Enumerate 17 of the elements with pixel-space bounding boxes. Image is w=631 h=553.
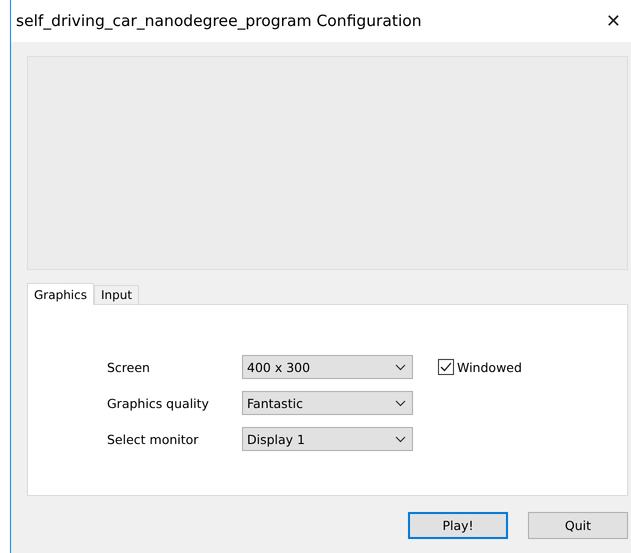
dropdown[interactable]: 400 x 300 <box>242 355 413 379</box>
tab[interactable]: Input <box>94 285 140 305</box>
setting-label: Select monitor <box>107 432 200 446</box>
window-title: self_driving_car_nanodegree_program Configuration <box>16 12 422 30</box>
dropdown[interactable]: Display 1 <box>242 427 413 451</box>
checkbox-label: Windowed <box>457 360 522 374</box>
setting-label: Graphics quality <box>107 396 210 410</box>
dropdown[interactable]: Fantastic <box>242 391 413 415</box>
setting-label: Screen <box>107 360 151 374</box>
checkbox[interactable] <box>438 359 454 375</box>
dialog-button[interactable]: Play! <box>408 512 508 539</box>
tab[interactable]: Graphics <box>27 283 94 305</box>
chevron-icon <box>395 436 406 442</box>
chevron-icon <box>395 364 406 370</box>
chevron-icon <box>395 400 406 406</box>
close-button[interactable]: ✕ <box>602 10 625 32</box>
dialog-button[interactable]: Quit <box>528 512 628 539</box>
